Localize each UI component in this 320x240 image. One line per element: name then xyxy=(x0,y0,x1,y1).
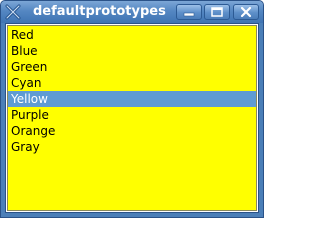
list-item-gray[interactable]: Gray xyxy=(8,139,256,155)
list-item-green[interactable]: Green xyxy=(8,59,256,75)
list-item-blue[interactable]: Blue xyxy=(8,43,256,59)
list-item-purple[interactable]: Purple xyxy=(8,107,256,123)
color-list[interactable]: Red Blue Green Cyan Yellow Purple Orange… xyxy=(7,25,257,211)
list-item-yellow[interactable]: Yellow xyxy=(8,91,256,107)
close-icon xyxy=(240,6,252,18)
app-window: defaultprototypes Red Blue Green Cyan Ye… xyxy=(0,0,264,218)
maximize-button[interactable] xyxy=(204,4,230,20)
close-button[interactable] xyxy=(233,4,259,20)
list-item-cyan[interactable]: Cyan xyxy=(8,75,256,91)
window-title: defaultprototypes xyxy=(33,4,166,19)
maximize-icon xyxy=(211,7,223,17)
list-item-orange[interactable]: Orange xyxy=(8,123,256,139)
app-icon[interactable] xyxy=(5,4,21,20)
title-bar[interactable]: defaultprototypes xyxy=(1,1,263,23)
client-area: Red Blue Green Cyan Yellow Purple Orange… xyxy=(5,23,259,213)
list-item-red[interactable]: Red xyxy=(8,27,256,43)
minimize-icon xyxy=(183,12,195,17)
minimize-button[interactable] xyxy=(176,4,202,20)
